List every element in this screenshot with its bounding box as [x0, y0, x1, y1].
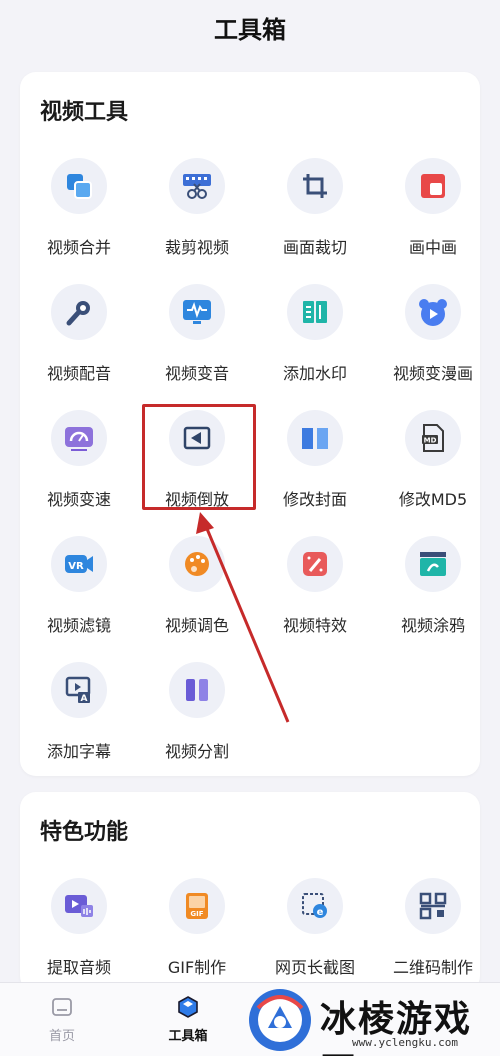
watermark-url: www.yclengku.com — [352, 1036, 458, 1049]
gif-icon: GIF — [169, 878, 225, 934]
tool-label: 视频变音 — [164, 364, 229, 383]
svg-text:MD: MD — [424, 437, 437, 445]
tool-item[interactable]: 画中画 — [378, 150, 488, 266]
magic-wand-icon — [287, 536, 343, 592]
tool-label: 提取音频 — [46, 958, 111, 977]
clapper-brush-icon — [405, 536, 461, 592]
toolbox-icon — [178, 996, 198, 1018]
tool-label: 画面裁切 — [282, 238, 347, 257]
tool-item[interactable]: 修改封面 — [260, 402, 370, 518]
scissors-icon — [169, 158, 225, 214]
tool-label: 裁剪视频 — [164, 238, 229, 257]
tool-label: 视频涂鸦 — [400, 616, 465, 635]
crop-icon — [287, 158, 343, 214]
tool-item[interactable]: 视频分割 — [142, 654, 252, 770]
nav-home[interactable]: 首页 — [22, 991, 102, 1051]
watermark-icon — [287, 284, 343, 340]
tool-item[interactable]: 视频特效 — [260, 528, 370, 644]
home-icon — [52, 998, 72, 1016]
tool-item[interactable]: 二维码制作 — [378, 870, 488, 986]
tool-item[interactable]: 添加水印 — [260, 276, 370, 392]
watermark-logo-icon — [249, 989, 311, 1051]
tool-item[interactable]: 视频变速 — [24, 402, 134, 518]
tool-item[interactable]: e 网页长截图 — [260, 870, 370, 986]
speedometer-icon — [51, 410, 107, 466]
split-icon — [169, 662, 225, 718]
palette-icon — [169, 536, 225, 592]
tool-label: 视频变速 — [46, 490, 111, 509]
tool-label: 添加字幕 — [46, 742, 111, 761]
vr-camera-icon: VR — [51, 536, 107, 592]
waveform-monitor-icon — [169, 284, 225, 340]
tool-item[interactable]: 画面裁切 — [260, 150, 370, 266]
tool-item[interactable]: GIF GIF制作 — [142, 870, 252, 986]
section-title-video-tools: 视频工具 — [40, 100, 129, 125]
tool-label: 二维码制作 — [392, 958, 473, 977]
book-icon — [287, 410, 343, 466]
page-title: 工具箱 — [214, 16, 286, 44]
tool-label: 视频合并 — [46, 238, 111, 257]
tool-item[interactable]: 视频调色 — [142, 528, 252, 644]
picture-in-picture-icon — [405, 158, 461, 214]
audio-extract-icon — [51, 878, 107, 934]
svg-text:e: e — [317, 907, 324, 918]
tool-item[interactable]: 视频合并 — [24, 150, 134, 266]
svg-text:GIF: GIF — [190, 910, 203, 918]
tool-item[interactable]: 裁剪视频 — [142, 150, 252, 266]
tool-label: 添加水印 — [282, 364, 347, 383]
tool-item[interactable]: MD 修改MD5 — [378, 402, 488, 518]
tool-item[interactable]: 视频变音 — [142, 276, 252, 392]
web-screenshot-icon: e — [287, 878, 343, 934]
svg-text:A: A — [81, 694, 88, 704]
tool-label: GIF制作 — [167, 958, 227, 977]
tool-label: 修改MD5 — [398, 490, 468, 509]
tool-label: 视频特效 — [282, 616, 347, 635]
watermark: 冰棱游戏网 www.yclengku.com — [240, 986, 500, 1056]
tool-item[interactable]: A 添加字幕 — [24, 654, 134, 770]
tool-label: 视频分割 — [164, 742, 229, 761]
tool-item[interactable]: 视频变漫画 — [378, 276, 488, 392]
tool-label: 网页长截图 — [274, 958, 355, 977]
tool-label: 修改封面 — [282, 490, 347, 509]
tool-label: 视频滤镜 — [46, 616, 111, 635]
nav-home-label: 首页 — [48, 1029, 75, 1044]
tool-item[interactable]: 视频配音 — [24, 276, 134, 392]
tool-label: 视频调色 — [164, 616, 229, 635]
nav-toolbox-label: 工具箱 — [168, 1029, 208, 1044]
qr-code-icon — [405, 878, 461, 934]
md-file-icon: MD — [405, 410, 461, 466]
nav-toolbox[interactable]: 工具箱 — [148, 991, 228, 1051]
tool-label: 视频变漫画 — [392, 364, 473, 383]
tool-item[interactable]: 视频涂鸦 — [378, 528, 488, 644]
microphone-icon — [51, 284, 107, 340]
annotation-highlight-box — [142, 404, 256, 510]
tool-label: 画中画 — [408, 238, 457, 257]
svg-text:VR: VR — [68, 561, 84, 572]
merge-icon — [51, 158, 107, 214]
special-features-card: 特色功能 提取音频 GIF GIF制作 e 网页长截图 二维码制作 — [20, 792, 480, 992]
section-title-special-features: 特色功能 — [40, 820, 129, 845]
bear-play-icon — [405, 284, 461, 340]
tool-item[interactable]: 提取音频 — [24, 870, 134, 986]
subtitle-icon: A — [51, 662, 107, 718]
tool-label: 视频配音 — [46, 364, 111, 383]
tool-item[interactable]: VR 视频滤镜 — [24, 528, 134, 644]
